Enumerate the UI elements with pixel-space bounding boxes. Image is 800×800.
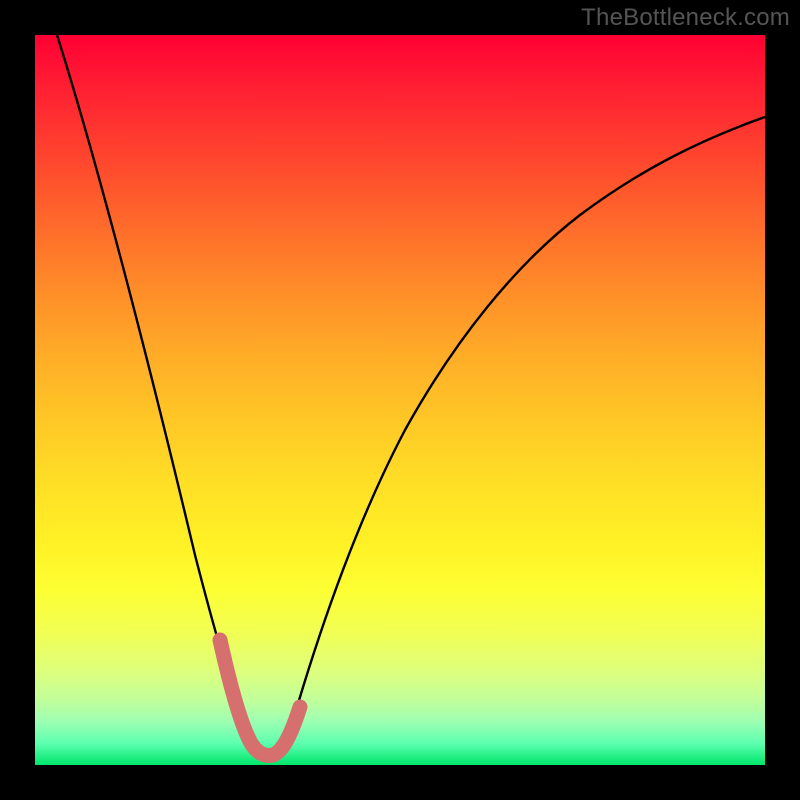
curve-layer	[35, 35, 765, 765]
plot-area	[35, 35, 765, 765]
trough-highlight	[220, 640, 300, 756]
watermark-text: TheBottleneck.com	[581, 4, 790, 32]
bottleneck-curve	[57, 35, 765, 753]
chart-frame: TheBottleneck.com	[0, 0, 800, 800]
